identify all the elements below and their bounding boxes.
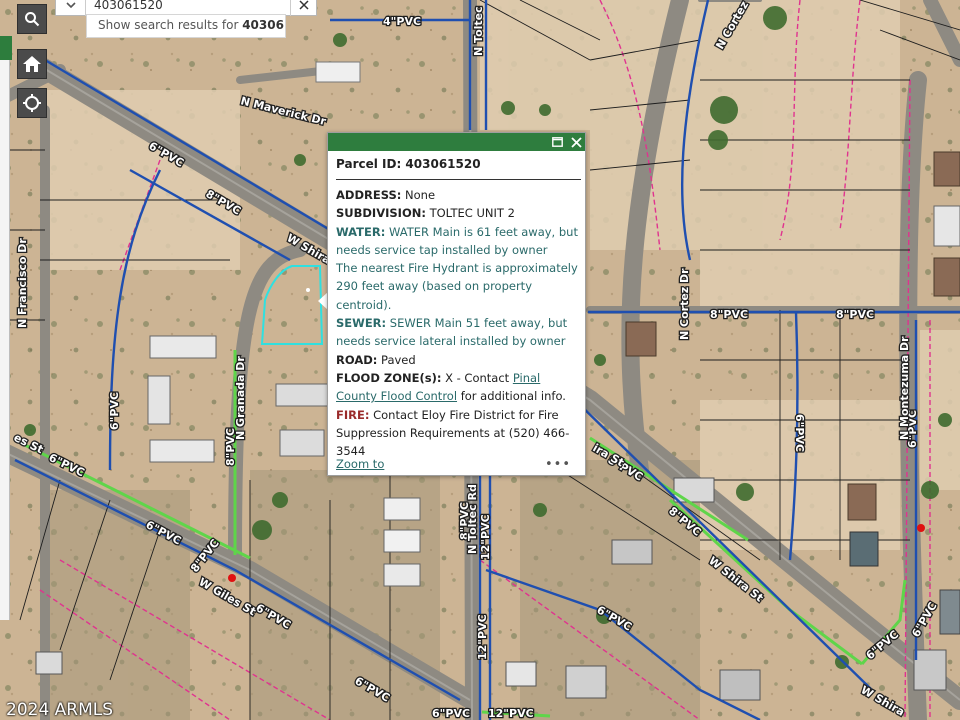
water-label: WATER: xyxy=(336,224,386,239)
locate-button[interactable] xyxy=(17,88,47,118)
chevron-down-icon xyxy=(65,2,76,9)
search-icon xyxy=(25,12,40,27)
search-toggle-button[interactable] xyxy=(17,4,47,34)
street-label: N Cortez Dr xyxy=(678,268,691,340)
maximize-button[interactable] xyxy=(550,135,564,149)
close-icon xyxy=(298,0,309,10)
popup-title: Parcel ID: 403061520 xyxy=(336,157,581,180)
road-value: Paved xyxy=(381,352,416,367)
left-panel-accent xyxy=(0,36,12,60)
sewer-label: SEWER: xyxy=(336,316,387,331)
parcel-centroid-marker xyxy=(306,288,310,292)
pipe-label: 6"PVC xyxy=(432,707,470,720)
street-label: N Granada Dr xyxy=(234,356,247,440)
pipe-label: 8"PVC xyxy=(836,308,874,321)
home-button[interactable] xyxy=(17,49,47,79)
fire-value: Contact Eloy Fire District for Fire Supp… xyxy=(336,407,570,459)
popup-footer: Zoom to ••• xyxy=(336,457,571,472)
pipe-label: 6"PVC xyxy=(108,392,121,430)
fire-label: FIRE: xyxy=(336,407,370,422)
road-row: ROAD: Paved xyxy=(336,351,579,369)
close-icon xyxy=(570,136,582,148)
pipe-label: 8"PVC xyxy=(710,308,748,321)
popup-content: ADDRESS: None SUBDIVISION: TOLTEC UNIT 2… xyxy=(328,180,585,462)
zoom-to-link[interactable]: Zoom to xyxy=(336,457,384,472)
pipe-label: 12"PVC xyxy=(476,614,489,660)
subdivision-row: SUBDIVISION: TOLTEC UNIT 2 xyxy=(336,204,579,222)
flood-label: FLOOD ZONE(s): xyxy=(336,370,442,385)
street-label: N Toltec Rd xyxy=(466,484,479,554)
more-actions-button[interactable]: ••• xyxy=(545,457,571,472)
pipe-label: 12"PVC xyxy=(488,707,534,720)
locate-icon xyxy=(23,94,41,112)
street-label: N Toltec xyxy=(472,6,485,56)
address-row: ADDRESS: None xyxy=(336,186,579,204)
flood-suffix: for additional info. xyxy=(460,389,566,404)
search-suggestion[interactable]: Show search results for 40306... xyxy=(86,14,286,38)
street-label: N Francisco Dr xyxy=(16,238,29,328)
subdivision-value: TOLTEC UNIT 2 xyxy=(429,206,515,221)
flood-row: FLOOD ZONE(s): X - Contact Pinal County … xyxy=(336,369,579,406)
flood-prefix: X - Contact xyxy=(445,370,510,385)
popup-header xyxy=(328,133,585,151)
suggestion-term: 40306... xyxy=(242,18,285,32)
address-label: ADDRESS: xyxy=(336,188,402,202)
subdivision-label: SUBDIVISION: xyxy=(336,206,426,221)
hydrant-row: The nearest Fire Hydrant is approximatel… xyxy=(336,261,578,312)
fire-row: FIRE: Contact Eloy Fire District for Fir… xyxy=(336,406,579,461)
left-panel-edge xyxy=(0,0,12,720)
street-label: N Montezuma Dr xyxy=(898,336,911,440)
sewer-row: SEWER: SEWER Main 51 feet away, but need… xyxy=(336,314,579,351)
copyright-watermark: 2024 ARMLS xyxy=(6,700,114,720)
left-panel xyxy=(0,60,10,620)
home-icon xyxy=(23,56,41,72)
pipe-label: 12"PVC xyxy=(479,514,492,560)
road-label: ROAD: xyxy=(336,352,378,367)
address-value: None xyxy=(405,188,436,202)
search-source-icon[interactable] xyxy=(56,0,86,16)
suggestion-prefix: Show search results for xyxy=(98,18,243,32)
pipe-label: 4"PVC xyxy=(383,15,421,28)
fire-hydrant[interactable] xyxy=(228,574,236,582)
close-popup-button[interactable] xyxy=(569,135,583,149)
pipe-label: 6"PVC xyxy=(793,414,806,452)
search-input[interactable] xyxy=(86,0,290,15)
water-row: WATER: WATER Main is 61 feet away, but n… xyxy=(336,223,579,260)
maximize-icon xyxy=(551,137,563,147)
clear-search-button[interactable] xyxy=(290,0,316,16)
parcel-popup: Parcel ID: 403061520 ADDRESS: None SUBDI… xyxy=(327,132,586,476)
fire-hydrant[interactable] xyxy=(917,524,925,532)
